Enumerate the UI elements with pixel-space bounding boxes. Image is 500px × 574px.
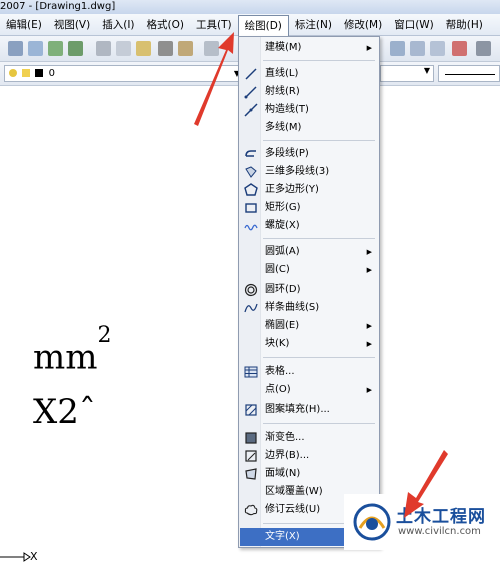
cut-icon[interactable] [96,41,111,56]
match-properties-icon[interactable] [158,41,173,56]
plot-preview-icon[interactable] [28,41,43,56]
menu-edit[interactable]: 编辑(E) [0,15,48,35]
red-pointer-arrow-icon [194,32,234,126]
helix-icon [244,224,258,231]
menu-separator [263,238,375,239]
ray-icon [244,86,257,99]
menu-format[interactable]: 格式(O) [141,15,190,35]
menu-item-table[interactable]: 表格... [240,363,379,381]
boundary-icon [245,450,257,462]
menu-item-construction-line[interactable]: 构造线(T) [240,101,379,119]
layer-on-icon [9,69,17,77]
menu-item-circle[interactable]: 圆(C) ▶ [240,261,379,279]
tool-palettes-icon[interactable] [430,41,445,56]
menu-modify[interactable]: 修改(M) [338,15,388,35]
submenu-arrow-icon: ▶ [366,340,372,348]
paste-icon[interactable] [136,41,151,56]
menu-view[interactable]: 视图(V) [48,15,96,35]
construction-line-icon [244,103,258,117]
mm-text: mm [33,337,98,378]
layer-color-icon [35,69,44,77]
menu-bar: 编辑(E) 视图(V) 插入(I) 格式(O) 工具(T) 绘图(D) 标注(N… [0,14,500,36]
menu-item-block[interactable]: 块(K) ▶ [240,335,379,353]
menu-separator [263,60,375,61]
markup-icon[interactable] [452,41,467,56]
rectangle-icon [245,203,257,213]
linetype-dropdown[interactable] [438,65,500,82]
region-icon [245,468,257,480]
submenu-arrow-icon: ▶ [366,266,372,274]
polygon-icon [244,183,258,196]
window-title-bar: 2007 - [Drawing1.dwg] [0,0,500,14]
watermark-logo-icon [353,503,391,541]
menu-window[interactable]: 窗口(W) [388,15,440,35]
donut-icon [244,283,258,297]
menu-item-rectangle[interactable]: 矩形(G) [240,199,379,217]
watermark-url: www.civilcn.com [398,526,481,537]
publish-icon[interactable] [48,41,63,56]
menu-insert[interactable]: 插入(I) [96,15,140,35]
submenu-arrow-icon: ▶ [366,322,372,330]
hatch-icon [245,404,257,416]
mm-superscript: 2 [97,323,112,348]
revision-cloud-icon [244,504,258,516]
polyline-icon [245,150,256,157]
3d-polyline-icon [245,166,257,178]
menu-item-3d-polyline[interactable]: 三维多段线(3) [240,163,379,181]
menu-item-polygon[interactable]: 正多边形(Y) [240,181,379,199]
axis-x-label: X [30,550,38,563]
menu-item-region[interactable]: 面域(N) [240,465,379,483]
menu-item-point[interactable]: 点(O) ▶ [240,381,379,399]
menu-separator [263,423,375,424]
menu-separator [263,357,375,358]
menu-item-arc[interactable]: 圆弧(A) ▶ [240,243,379,261]
menu-item-helix[interactable]: 螺旋(X) [240,217,379,235]
line-icon [245,68,257,80]
table-icon [244,366,258,378]
gradient-icon [245,432,257,444]
color-dropdown[interactable]: ▼ [380,65,434,82]
submenu-arrow-icon: ▶ [366,44,372,52]
menu-item-boundary[interactable]: 边界(B)... [240,447,379,465]
window-title: 2007 - [Drawing1.dwg] [0,1,116,12]
plot-icon[interactable] [8,41,23,56]
3d-dwf-icon[interactable] [68,41,83,56]
design-center-icon[interactable] [410,41,425,56]
calculator-icon[interactable] [476,41,491,56]
drawing-text-x2: X2ˆ [33,392,96,432]
menu-item-modeling[interactable]: 建模(M) ▶ [240,39,379,57]
properties-icon[interactable] [390,41,405,56]
menu-separator [263,140,375,141]
menu-item-ray[interactable]: 射线(R) [240,83,379,101]
chevron-down-icon: ▼ [423,66,430,75]
layer-name: 0 [48,68,55,79]
menu-item-spline[interactable]: 样条曲线(S) [240,299,379,317]
menu-item-line[interactable]: 直线(L) [240,65,379,83]
copy-icon[interactable] [116,41,131,56]
menu-dimension[interactable]: 标注(N) [289,15,338,35]
layer-freeze-icon [22,69,31,77]
red-pointer-arrow-icon [404,450,448,518]
submenu-arrow-icon: ▶ [366,248,372,256]
drawing-text-mm: mm2 [33,323,111,378]
draw-menu-dropdown: 建模(M) ▶ 直线(L) 射线(R) 构造线(T) 多线(M) 多段线(P) … [238,36,380,548]
submenu-arrow-icon: ▶ [366,386,372,394]
menu-item-gradient[interactable]: 渐变色... [240,429,379,447]
menu-item-polyline[interactable]: 多段线(P) [240,145,379,163]
menu-item-multiline[interactable]: 多线(M) [240,119,379,137]
menu-help[interactable]: 帮助(H) [440,15,489,35]
menu-item-ellipse[interactable]: 椭圆(E) ▶ [240,317,379,335]
spline-icon [244,303,258,313]
menu-item-donut[interactable]: 圆环(D) [240,281,379,299]
menu-item-hatch[interactable]: 图案填充(H)... [240,401,379,419]
ucs-icon: X [0,550,40,564]
